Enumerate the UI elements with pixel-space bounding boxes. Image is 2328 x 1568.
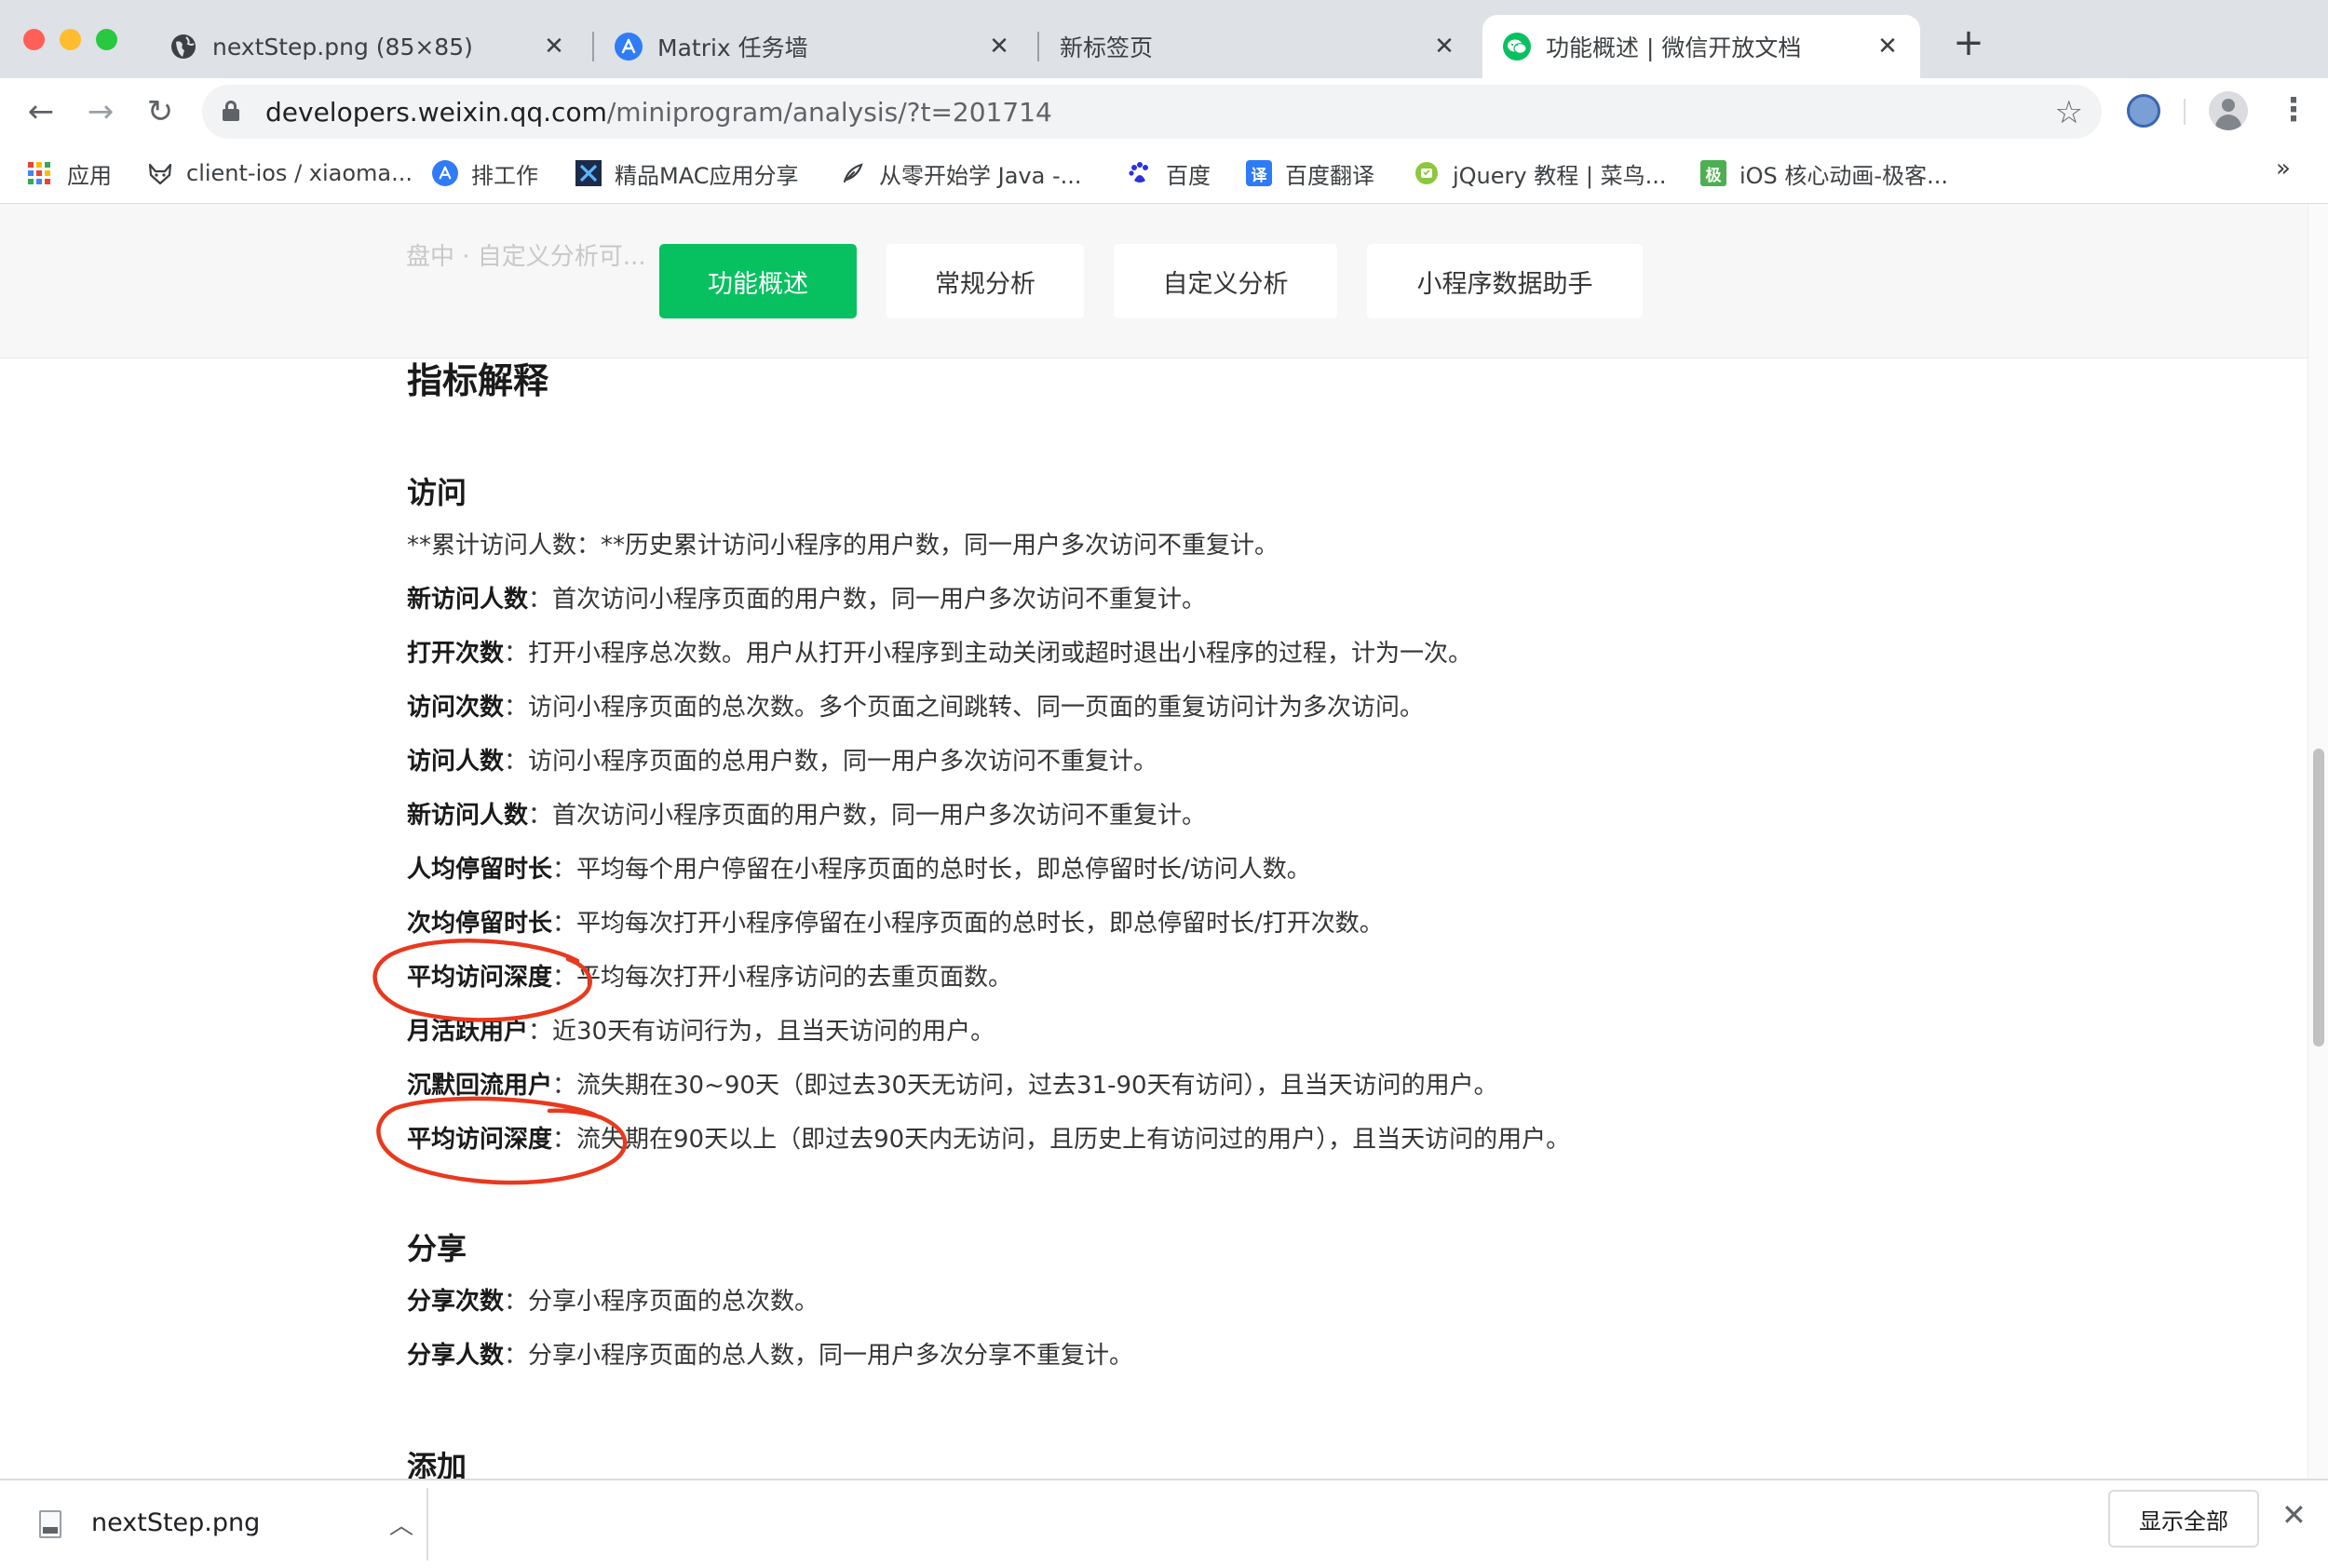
page-scrollbar[interactable]	[2308, 204, 2328, 1479]
scrollbar-thumb[interactable]	[2313, 749, 2324, 1047]
show-all-downloads-button[interactable]: 显示全部	[2108, 1490, 2259, 1548]
download-shelf: nextStep.png ︿ 显示全部 ✕	[0, 1479, 2328, 1568]
annotation-circle	[372, 939, 592, 1022]
annotation-circle	[376, 1096, 628, 1185]
download-item[interactable]: nextStep.png ︿	[19, 1490, 428, 1559]
download-file-name: nextStep.png	[91, 1508, 261, 1537]
chevron-up-icon[interactable]: ︿	[389, 1507, 413, 1541]
png-file-icon	[39, 1510, 61, 1538]
download-separator	[426, 1488, 428, 1561]
close-icon[interactable]: ✕	[2281, 1497, 2307, 1533]
annotation-overlay	[372, 939, 628, 1185]
